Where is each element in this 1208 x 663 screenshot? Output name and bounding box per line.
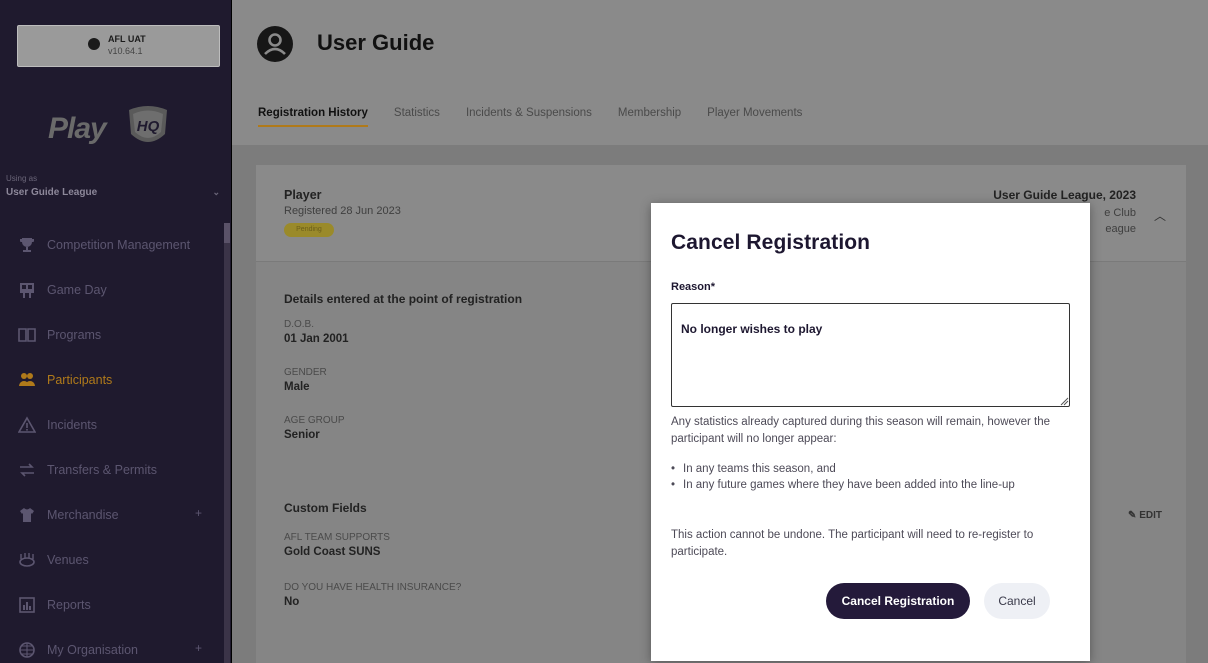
page-header: User Guide Registration History Statisti… <box>232 0 1208 145</box>
reason-label: Reason* <box>671 281 716 293</box>
environment-name: AFL UAT <box>108 34 146 44</box>
field-value-health-insurance: No <box>284 596 300 608</box>
report-icon <box>17 595 37 615</box>
pencil-icon: ✎ <box>1128 510 1140 521</box>
field-label-gender: GENDER <box>284 367 327 378</box>
transfer-icon <box>17 460 37 480</box>
warning-icon <box>17 415 37 435</box>
modal-title: Cancel Registration <box>671 231 871 254</box>
sidebar-item-label: Merchandise <box>47 507 119 522</box>
sidebar-item-label: My Organisation <box>47 642 139 657</box>
using-as-label: Using as <box>6 174 38 183</box>
sidebar-item-venues[interactable]: Venues <box>0 537 224 582</box>
sidebar-item-label: Competition Management <box>47 237 191 252</box>
resize-handle-icon[interactable] <box>1059 396 1069 406</box>
book-icon <box>17 325 37 345</box>
field-value-age-group: Senior <box>284 429 320 441</box>
logo-badge-text: HQ <box>137 118 160 135</box>
edit-button[interactable]: ✎ EDIT <box>1128 510 1162 521</box>
sidebar-item-programs[interactable]: Programs <box>0 312 224 357</box>
tab-incidents-suspensions[interactable]: Incidents & Suspensions <box>466 107 592 127</box>
custom-fields-title: Custom Fields <box>284 501 367 515</box>
expand-plus-icon[interactable]: + <box>195 506 202 520</box>
sidebar-item-merchandise[interactable]: Merchandise + <box>0 492 224 537</box>
tab-registration-history[interactable]: Registration History <box>258 107 368 127</box>
field-value-gender: Male <box>284 381 310 393</box>
list-item: • In any teams this season, and <box>671 463 836 475</box>
list-item: • In any future games where they have bee… <box>671 479 1015 491</box>
expand-plus-icon[interactable]: + <box>195 641 202 655</box>
sidebar-item-reports[interactable]: Reports <box>0 582 224 627</box>
sidebar-item-incidents[interactable]: Incidents <box>0 402 224 447</box>
reason-textarea[interactable]: No longer wishes to play <box>671 303 1070 407</box>
people-icon <box>17 370 37 390</box>
sidebar-item-label: Transfers & Permits <box>47 462 157 477</box>
details-section-title: Details entered at the point of registra… <box>284 292 523 306</box>
confirm-cancel-registration-button[interactable]: Cancel Registration <box>826 583 970 619</box>
modal-info-text: Any statistics already captured during t… <box>671 416 1051 445</box>
tab-player-movements[interactable]: Player Movements <box>707 107 802 127</box>
cancel-button[interactable]: Cancel <box>984 583 1050 619</box>
sidebar-item-participants[interactable]: Participants <box>0 357 224 402</box>
sidebar-item-game-day[interactable]: Game Day <box>0 267 224 312</box>
sidebar-nav: Competition Management Game Day Programs… <box>0 222 224 663</box>
sidebar-item-label: Venues <box>47 552 89 567</box>
user-avatar-icon <box>257 26 293 62</box>
modal-warning-text: This action cannot be undone. The partic… <box>671 529 1034 558</box>
scoreboard-icon <box>17 280 37 300</box>
organisation-selector[interactable]: User Guide League ⌄ <box>6 187 226 198</box>
tab-membership[interactable]: Membership <box>618 107 681 127</box>
modal-bullet-list: • In any teams this season, and • In any f… <box>671 461 1071 493</box>
logo-play-text: Play <box>48 112 107 145</box>
field-label-dob: D.O.B. <box>284 319 315 330</box>
field-label-age-group: AGE GROUP <box>284 415 345 426</box>
sidebar-item-label: Programs <box>47 327 102 342</box>
environment-info: AFL UAT v10.64.1 <box>108 33 146 57</box>
field-value-afl-team: Gold Coast SUNS <box>284 546 381 558</box>
registration-club-league: e Club eague <box>1104 205 1136 237</box>
registration-league: eague <box>1105 223 1136 235</box>
field-value-dob: 01 Jan 2001 <box>284 333 349 345</box>
scrollbar-thumb[interactable] <box>224 223 230 243</box>
status-badge: Pending <box>284 223 334 237</box>
registration-season: User Guide League, 2023 <box>993 188 1136 202</box>
globe-icon <box>17 640 37 660</box>
edit-label: EDIT <box>1139 510 1162 521</box>
tab-bar: Registration History Statistics Incident… <box>258 107 802 127</box>
registration-role: Player <box>284 188 322 202</box>
sidebar-item-my-organisation[interactable]: My Organisation + <box>0 627 224 663</box>
sidebar-item-transfers-permits[interactable]: Transfers & Permits <box>0 447 224 492</box>
chevron-up-icon[interactable]: ︿ <box>1154 207 1166 224</box>
sidebar-item-label: Game Day <box>47 282 107 297</box>
tab-statistics[interactable]: Statistics <box>394 107 440 127</box>
sidebar-item-label: Participants <box>47 372 113 387</box>
chevron-down-icon: ⌄ <box>212 187 220 197</box>
sidebar: AFL UAT v10.64.1 Play HQ Using as User G… <box>0 0 232 663</box>
sidebar-item-label: Incidents <box>47 417 98 432</box>
logo-shield-icon: HQ <box>129 106 167 142</box>
environment-version: v10.64.1 <box>108 46 143 56</box>
stadium-icon <box>17 550 37 570</box>
organisation-name: User Guide League <box>6 187 98 198</box>
cancel-registration-modal: Cancel Registration Reason* No longer wi… <box>651 203 1090 661</box>
shirt-icon <box>17 505 37 525</box>
field-label-health-insurance: DO YOU HAVE HEALTH INSURANCE? <box>284 582 462 593</box>
environment-badge: AFL UAT v10.64.1 <box>17 25 220 67</box>
registration-club: e Club <box>1104 207 1136 219</box>
trophy-icon <box>17 235 37 255</box>
field-label-afl-team: AFL TEAM SUPPORTS <box>284 532 390 543</box>
sidebar-item-competition-management[interactable]: Competition Management <box>0 222 224 267</box>
sidebar-item-label: Reports <box>47 597 91 612</box>
sidebar-scrollbar[interactable] <box>224 223 230 663</box>
registration-date: Registered 28 Jun 2023 <box>284 205 401 217</box>
environment-status-icon <box>88 38 100 50</box>
page-title: User Guide <box>317 30 435 55</box>
